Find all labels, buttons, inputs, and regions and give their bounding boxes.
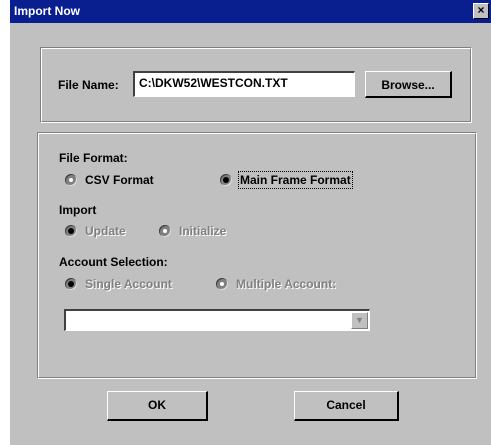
initialize-label[interactable]: Initialize <box>179 224 226 238</box>
csv-format-label[interactable]: CSV Format <box>85 173 154 187</box>
file-name-label: File Name: <box>58 78 119 92</box>
ok-button[interactable]: OK <box>107 391 208 421</box>
file-format-heading: File Format: <box>59 151 128 165</box>
browse-button[interactable]: Browse... <box>365 71 452 98</box>
close-button[interactable]: × <box>473 3 489 19</box>
initialize-radio[interactable] <box>159 225 171 237</box>
multiple-account-label[interactable]: Multiple Account: <box>236 277 336 291</box>
import-now-dialog: Import Now × File Name: C:\DKW52\WESTCON… <box>10 0 491 445</box>
update-radio[interactable] <box>65 225 77 237</box>
update-label[interactable]: Update <box>85 224 126 238</box>
single-account-label[interactable]: Single Account <box>85 277 172 291</box>
cancel-button-label: Cancel <box>326 398 366 412</box>
options-panel: File Format: CSV Format Main Frame Forma… <box>37 132 477 379</box>
multiple-account-radio[interactable] <box>216 278 228 290</box>
account-dropdown[interactable]: ▼ <box>64 309 370 331</box>
file-name-field[interactable]: C:\DKW52\WESTCON.TXT <box>133 71 355 97</box>
dropdown-arrow-icon[interactable]: ▼ <box>351 312 368 329</box>
cancel-button[interactable]: Cancel <box>294 391 399 421</box>
single-account-radio[interactable] <box>65 278 77 290</box>
browse-button-label: Browse... <box>381 78 435 92</box>
file-name-panel: File Name: C:\DKW52\WESTCON.TXT Browse..… <box>40 47 472 123</box>
import-heading: Import <box>59 203 97 217</box>
title-bar[interactable]: Import Now × <box>10 0 491 23</box>
account-selection-heading: Account Selection: <box>59 255 168 269</box>
ok-button-label: OK <box>148 398 166 412</box>
main-frame-format-radio[interactable] <box>220 174 232 186</box>
main-frame-format-label[interactable]: Main Frame Format <box>238 171 353 189</box>
csv-format-radio[interactable] <box>65 174 77 186</box>
window-title: Import Now <box>14 4 80 18</box>
